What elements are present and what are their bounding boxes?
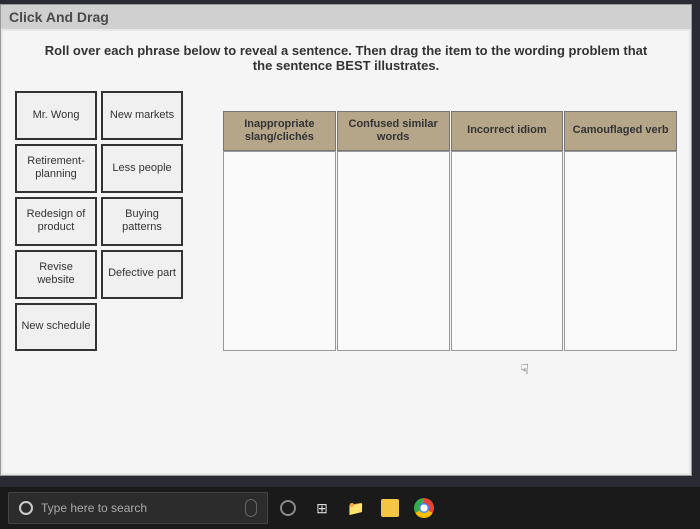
- phrase-card[interactable]: Mr. Wong: [15, 91, 97, 140]
- search-placeholder: Type here to search: [41, 501, 147, 515]
- store-icon[interactable]: [376, 494, 404, 522]
- drop-zone-header: Camouflaged verb: [564, 111, 677, 151]
- drop-zone-header: Confused similar words: [337, 111, 450, 151]
- phrase-card[interactable]: Defective part: [101, 250, 183, 299]
- search-box[interactable]: Type here to search: [8, 492, 268, 524]
- window-title: Click And Drag: [9, 9, 109, 25]
- phrase-card[interactable]: Less people: [101, 144, 183, 193]
- drop-zone[interactable]: Incorrect idiom: [451, 111, 564, 351]
- phrase-card[interactable]: New schedule: [15, 303, 97, 352]
- drop-zone[interactable]: Confused similar words: [337, 111, 450, 351]
- main-layout: Mr. Wong New markets Retirement-planning…: [15, 91, 677, 351]
- drop-zone-body[interactable]: [564, 151, 677, 351]
- search-icon: [19, 501, 33, 515]
- chrome-icon[interactable]: [410, 494, 438, 522]
- drop-zone[interactable]: Camouflaged verb: [564, 111, 677, 351]
- drop-zones: Inappropriate slang/clichés Confused sim…: [223, 111, 677, 351]
- phrase-card[interactable]: New markets: [101, 91, 183, 140]
- drop-zone-body[interactable]: [451, 151, 564, 351]
- window-title-bar: Click And Drag: [1, 5, 691, 29]
- drop-zone-body[interactable]: [337, 151, 450, 351]
- file-explorer-icon[interactable]: 📁: [342, 494, 370, 522]
- phrase-card[interactable]: Revise website: [15, 250, 97, 299]
- drop-zone[interactable]: Inappropriate slang/clichés: [223, 111, 336, 351]
- drop-zone-header: Incorrect idiom: [451, 111, 564, 151]
- task-view-icon[interactable]: ⊞: [308, 494, 336, 522]
- phrase-card[interactable]: Buying patterns: [101, 197, 183, 246]
- drop-zone-body[interactable]: [223, 151, 336, 351]
- cursor-icon: ☟: [520, 361, 529, 378]
- cortana-icon[interactable]: [274, 494, 302, 522]
- drop-zone-header: Inappropriate slang/clichés: [223, 111, 336, 151]
- phrases-grid: Mr. Wong New markets Retirement-planning…: [15, 91, 183, 351]
- content-area: Roll over each phrase below to reveal a …: [3, 31, 689, 473]
- phrase-card[interactable]: Redesign of product: [15, 197, 97, 246]
- taskbar: Type here to search ⊞ 📁: [0, 487, 700, 529]
- app-window: Click And Drag Roll over each phrase bel…: [0, 4, 692, 476]
- mic-icon[interactable]: [245, 499, 257, 517]
- phrase-card[interactable]: Retirement-planning: [15, 144, 97, 193]
- instructions-text: Roll over each phrase below to reveal a …: [15, 43, 677, 73]
